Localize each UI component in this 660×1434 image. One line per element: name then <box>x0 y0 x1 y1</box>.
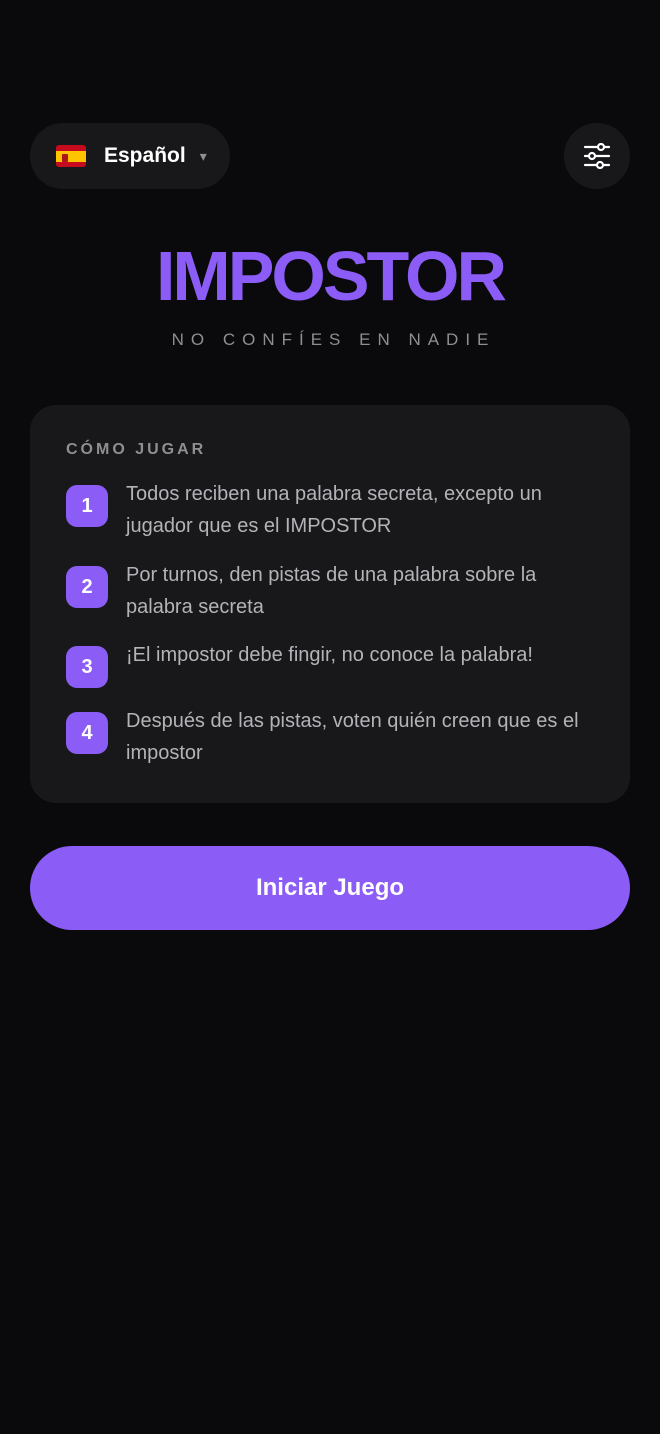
app-tagline: NO CONFÍES EN NADIE <box>171 330 496 349</box>
step-text: ¡El impostor debe fingir, no conoce la p… <box>126 644 533 666</box>
step-item: 4 Después de las pistas, voten quién cre… <box>66 710 600 769</box>
step-item: 1 Todos reciben una palabra secreta, exc… <box>66 483 600 542</box>
spain-flag-icon <box>56 145 86 167</box>
step-number-badge: 1 <box>66 485 108 527</box>
how-to-play-card: CÓMO JUGAR 1 Todos reciben una palabra s… <box>30 405 630 803</box>
chevron-down-icon: ▾ <box>199 147 207 164</box>
start-game-button[interactable]: Iniciar Juego <box>30 846 630 930</box>
how-to-play-heading: CÓMO JUGAR <box>66 441 207 458</box>
step-number-badge: 4 <box>66 712 108 754</box>
step-item: 3 ¡El impostor debe fingir, no conoce la… <box>66 644 600 688</box>
step-item: 2 Por turnos, den pistas de una palabra … <box>66 564 600 623</box>
home-screen: Español ▾ IMPOSTOR NO CONFÍES EN NADIE C… <box>0 0 660 1434</box>
step-text: Después de las pistas, voten quién creen… <box>126 710 579 764</box>
app-title: IMPOSTOR <box>155 237 507 315</box>
step-number-badge: 2 <box>66 566 108 608</box>
step-number-badge: 3 <box>66 646 108 688</box>
language-label: Español <box>104 144 186 167</box>
language-selector[interactable]: Español ▾ <box>30 123 230 189</box>
settings-button[interactable] <box>564 123 630 189</box>
sliders-icon <box>583 143 611 169</box>
step-text: Todos reciben una palabra secreta, excep… <box>126 483 542 537</box>
step-text: Por turnos, den pistas de una palabra so… <box>126 564 537 618</box>
